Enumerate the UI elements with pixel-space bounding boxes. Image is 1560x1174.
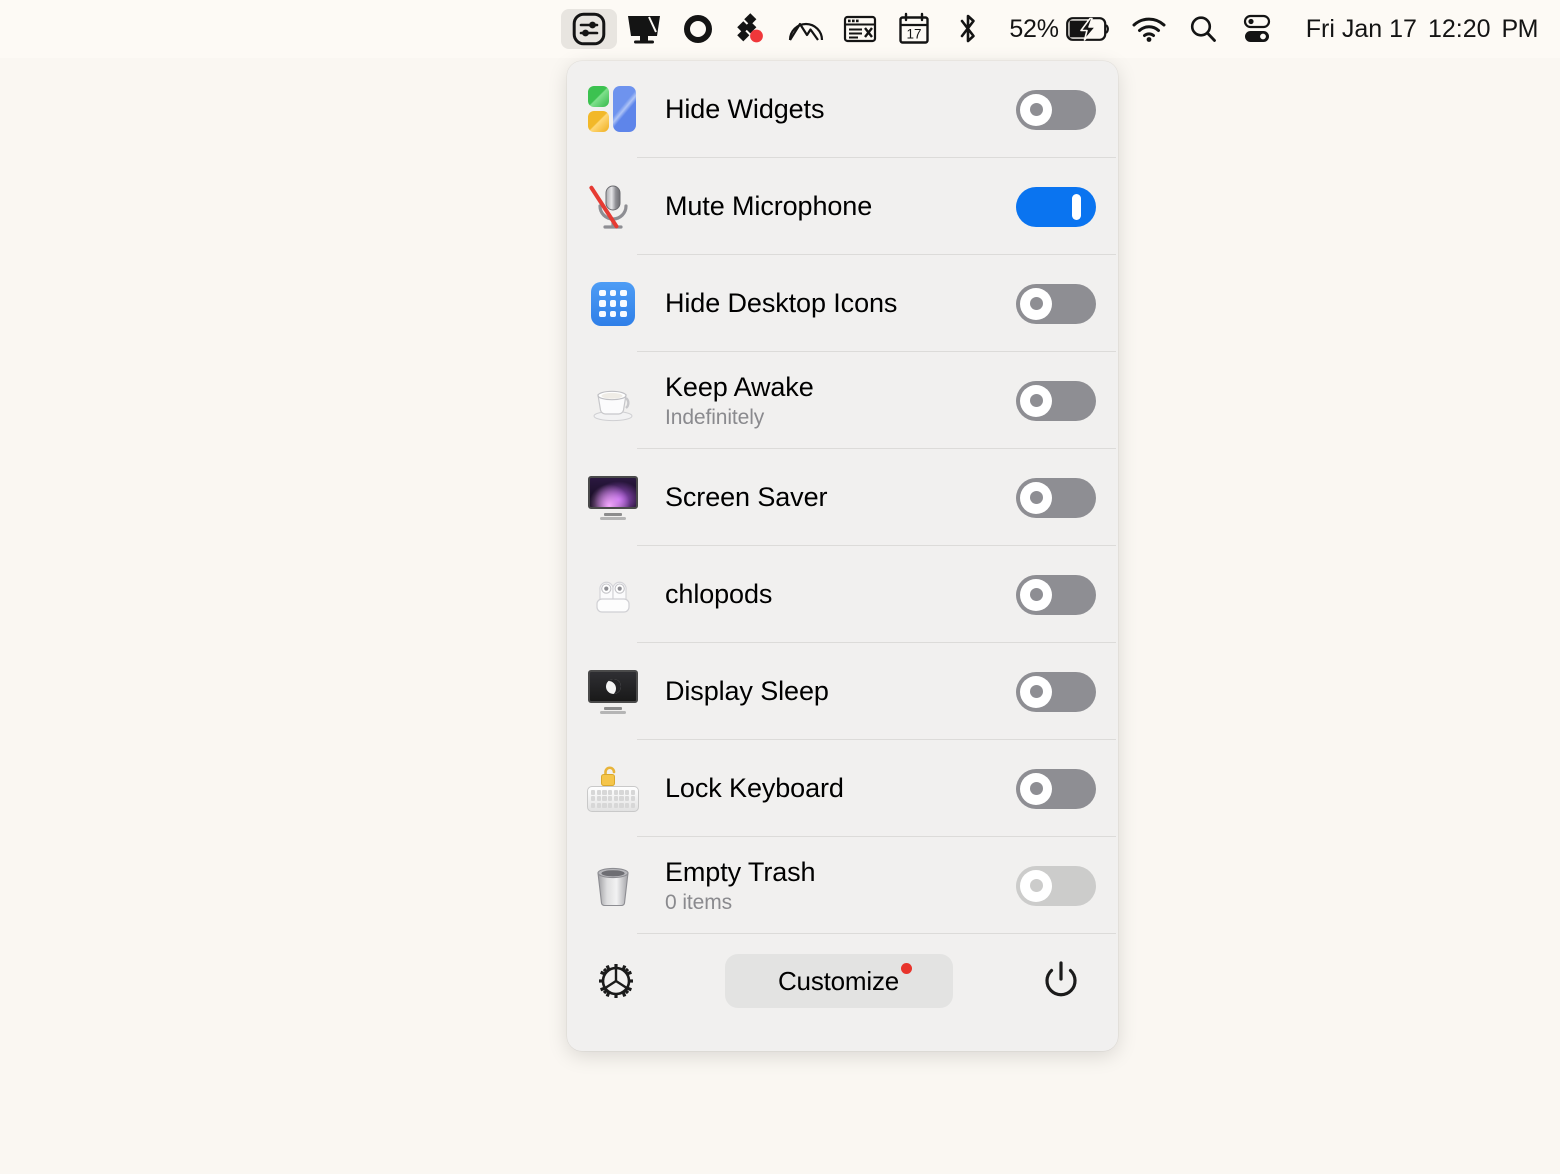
wifi-icon — [1132, 17, 1166, 42]
airpods-icon — [585, 567, 641, 623]
panel-row-empty-trash[interactable]: Empty Trash 0 items — [567, 837, 1118, 934]
row-title: Screen Saver — [665, 482, 828, 513]
search-icon — [1190, 16, 1216, 42]
menubar-item-text-window[interactable] — [833, 9, 887, 49]
row-text: Hide Desktop Icons — [665, 288, 1016, 318]
menu-bar: 17 52% Fri Jan 17 12:20 PM — [0, 0, 1560, 58]
keyboard-lock-icon — [585, 761, 641, 817]
one-switch-panel: Hide Widgets Mute Microphone Hide Deskto… — [567, 61, 1118, 1051]
row-title: Hide Desktop Icons — [665, 288, 898, 319]
coffee-cup-icon — [585, 373, 641, 429]
panel-row-display-sleep[interactable]: Display Sleep — [567, 643, 1118, 740]
menubar-clock[interactable]: Fri Jan 17 12:20 PM — [1284, 14, 1539, 44]
toggle-mute-microphone[interactable] — [1016, 186, 1096, 227]
gear-icon — [599, 964, 633, 998]
svg-text:17: 17 — [907, 27, 922, 42]
customize-badge-dot — [901, 962, 912, 974]
row-title: Empty Trash — [665, 856, 816, 887]
panel-row-hide-desktop-icons[interactable]: Hide Desktop Icons — [567, 255, 1118, 352]
menubar-item-ring[interactable] — [671, 9, 725, 49]
toggle-hide-widgets[interactable] — [1016, 89, 1096, 130]
diamond-cluster-icon — [737, 13, 764, 43]
toggle-display-sleep[interactable] — [1016, 671, 1096, 712]
row-title: Keep Awake — [665, 371, 814, 402]
settings-button[interactable] — [589, 954, 643, 1008]
menubar-item-bluetooth[interactable] — [941, 9, 995, 49]
menubar-item-nordvpn[interactable] — [779, 9, 833, 49]
menubar-item-control-center[interactable] — [1230, 9, 1284, 49]
customize-label: Customize — [777, 965, 899, 996]
battery-charging-icon — [1065, 17, 1109, 41]
row-text: Hide Widgets — [665, 94, 1016, 124]
mountain-arc-icon — [789, 22, 824, 41]
toggle-hide-desktop-icons[interactable] — [1016, 283, 1096, 324]
clock-time: 12:20 — [1427, 14, 1491, 43]
row-title: Mute Microphone — [665, 191, 873, 222]
menubar-item-dropbox[interactable] — [725, 9, 779, 49]
power-icon — [1045, 961, 1077, 997]
toggle-empty-trash[interactable] — [1016, 865, 1096, 906]
toggle-keep-awake[interactable] — [1016, 380, 1096, 421]
toggle-chlopods[interactable] — [1016, 574, 1096, 615]
widgets-icon — [585, 82, 641, 138]
panel-row-keep-awake[interactable]: Keep Awake Indefinitely — [567, 352, 1118, 449]
row-subtitle: 0 items — [665, 891, 732, 915]
battery-percent-label: 52% — [1009, 14, 1059, 43]
panel-row-lock-keyboard[interactable]: Lock Keyboard — [567, 740, 1118, 837]
power-button[interactable] — [1034, 954, 1088, 1008]
row-subtitle: Indefinitely — [665, 406, 765, 430]
row-text: Display Sleep — [665, 676, 1016, 706]
row-text: chlopods — [665, 579, 1016, 609]
trash-icon — [585, 858, 641, 914]
clock-date: Fri Jan 17 — [1305, 14, 1417, 43]
screen-saver-icon — [585, 470, 641, 526]
menubar-item-display[interactable] — [617, 9, 671, 49]
toggle-screen-saver[interactable] — [1016, 477, 1096, 518]
panel-row-hide-widgets[interactable]: Hide Widgets — [567, 61, 1118, 158]
window-text-icon — [844, 15, 877, 43]
row-title: Hide Widgets — [665, 94, 825, 125]
row-title: chlopods — [665, 579, 773, 610]
row-text: Screen Saver — [665, 482, 1016, 512]
panel-row-mute-microphone[interactable]: Mute Microphone — [567, 158, 1118, 255]
menubar-item-search[interactable] — [1176, 9, 1230, 49]
clock-ampm: PM — [1501, 14, 1539, 43]
calendar-17-icon: 17 — [899, 12, 930, 44]
row-divider — [637, 933, 1116, 934]
display-sleep-icon — [585, 664, 641, 720]
toggle-lock-keyboard[interactable] — [1016, 768, 1096, 809]
row-text: Empty Trash 0 items — [665, 857, 1016, 914]
menu-bar-status-items: 17 52% Fri Jan 17 12:20 PM — [561, 9, 1538, 49]
panel-row-chlopods[interactable]: chlopods — [567, 546, 1118, 643]
desktop-grid-icon — [585, 276, 641, 332]
mic-muted-icon — [585, 179, 641, 235]
panel-footer: Customize — [567, 934, 1118, 1028]
customize-button[interactable]: Customize — [724, 954, 953, 1008]
menubar-battery[interactable]: 52% — [995, 15, 1121, 44]
row-title: Display Sleep — [665, 676, 829, 707]
menubar-item-one-switch[interactable] — [561, 9, 618, 49]
monitor-icon — [628, 16, 661, 44]
bluetooth-icon — [961, 14, 976, 43]
row-text: Mute Microphone — [665, 191, 1016, 221]
row-text: Keep Awake Indefinitely — [665, 372, 1016, 429]
row-text: Lock Keyboard — [665, 773, 1016, 803]
circle-ring-icon — [684, 15, 713, 43]
panel-row-screen-saver[interactable]: Screen Saver — [567, 449, 1118, 546]
menubar-item-wifi[interactable] — [1122, 9, 1176, 49]
sliders-rounded-square-icon — [573, 12, 606, 46]
row-title: Lock Keyboard — [665, 773, 844, 804]
control-center-icon — [1243, 14, 1270, 42]
menubar-item-calendar[interactable]: 17 — [887, 9, 941, 49]
